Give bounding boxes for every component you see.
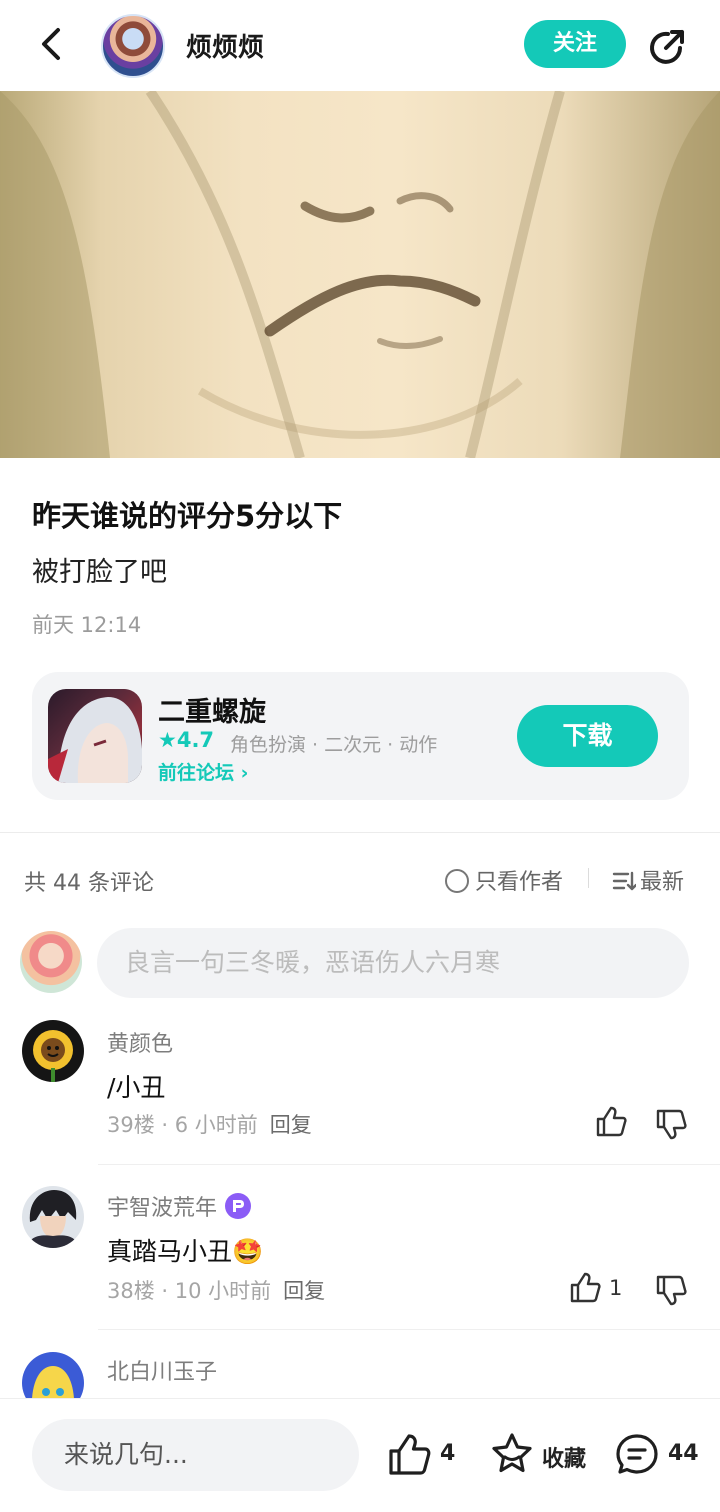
bottom-action-bar: 来说几句... 4 收藏 44 <box>0 1398 720 1512</box>
post-comment-count: 44 <box>668 1441 699 1466</box>
download-button[interactable]: 下载 <box>517 705 658 767</box>
thumbs-up-icon[interactable] <box>568 1271 602 1305</box>
commenter-avatar[interactable] <box>22 1186 84 1248</box>
commenter-name[interactable]: 宇智波荒年 <box>107 1190 252 1222</box>
comment-text: 真踏马小丑🤩 <box>107 1237 264 1266</box>
game-icon <box>48 689 142 783</box>
author-avatar[interactable] <box>101 14 165 78</box>
commenter-avatar[interactable] <box>22 1020 84 1082</box>
share-icon[interactable] <box>646 24 690 68</box>
follow-button[interactable]: 关注 <box>524 20 626 68</box>
anime-avatar-art <box>26 1190 80 1248</box>
comment-meta: 38楼 · 10 小时前 回复 <box>107 1275 325 1305</box>
bottom-comment-input[interactable]: 来说几句... <box>32 1419 359 1491</box>
author-name[interactable]: 烦烦烦 <box>186 27 264 64</box>
my-avatar <box>20 931 82 993</box>
post-image-art <box>0 91 720 458</box>
comment-floor-time: 39楼 · 6 小时前 <box>107 1113 258 1137</box>
comment-count: 共 44 条评论 <box>24 871 154 896</box>
post-title: 昨天谁说的评分5分以下 <box>32 499 343 533</box>
comment-divider <box>98 1164 720 1165</box>
game-name: 二重螺旋 <box>158 697 266 728</box>
back-arrow-icon[interactable] <box>30 22 74 66</box>
toolbar-separator <box>588 868 589 888</box>
reply-button[interactable]: 回复 <box>283 1279 325 1303</box>
post-timestamp: 前天 12:14 <box>32 613 142 637</box>
comment-item: 黄颜色 /小丑 39楼 · 6 小时前 回复 <box>0 1020 720 1164</box>
post-body: 被打脸了吧 <box>32 557 167 588</box>
vip-badge-icon <box>225 1193 252 1219</box>
post-like-count: 4 <box>440 1441 456 1466</box>
thumbs-up-icon[interactable] <box>594 1105 628 1139</box>
section-divider <box>0 832 720 833</box>
author-only-toggle[interactable]: 只看作者 <box>445 864 563 896</box>
comment-divider <box>98 1329 720 1330</box>
game-rating: ★4.7 <box>158 728 215 752</box>
game-card[interactable]: 二重螺旋 ★4.7 角色扮演 · 二次元 · 动作 前往论坛 › 下载 <box>32 672 689 800</box>
game-tags: 角色扮演 · 二次元 · 动作 <box>230 734 438 756</box>
comment-bubble-icon[interactable] <box>614 1431 660 1477</box>
commenter-name-label: 宇智波荒年 <box>107 1196 218 1221</box>
thumbs-down-icon[interactable] <box>654 1107 688 1141</box>
post-image[interactable] <box>0 91 720 458</box>
comment-meta: 39楼 · 6 小时前 回复 <box>107 1109 312 1139</box>
author-only-label: 只看作者 <box>475 870 564 895</box>
comment-text: /小丑 <box>107 1073 166 1102</box>
sunflower-avatar-art <box>33 1030 73 1082</box>
commenter-name[interactable]: 北白川玉子 <box>107 1354 217 1386</box>
comment-input[interactable]: 良言一句三冬暖，恶语伤人六月寒 <box>97 928 689 998</box>
favorite-label[interactable]: 收藏 <box>542 1441 586 1473</box>
commenter-name[interactable]: 黄颜色 <box>107 1026 173 1058</box>
sort-label: 最新 <box>640 870 685 895</box>
reply-button[interactable]: 回复 <box>270 1113 312 1137</box>
go-to-forum-link[interactable]: 前往论坛 › <box>158 758 248 785</box>
favorite-star-icon[interactable] <box>489 1431 535 1477</box>
comment-item: 北白川玉子 <box>0 1350 720 1398</box>
top-header: 烦烦烦 关注 <box>0 0 720 91</box>
game-icon-art <box>48 697 142 783</box>
comment-item: 宇智波荒年 真踏马小丑🤩 38楼 · 10 小时前 回复 1 <box>0 1186 720 1330</box>
sort-icon <box>612 871 638 891</box>
thumbs-up-icon[interactable] <box>386 1432 432 1478</box>
sort-button[interactable]: 最新 <box>612 864 684 896</box>
anime-avatar-art <box>32 1366 74 1398</box>
circle-icon <box>445 869 469 893</box>
thumbs-down-icon[interactable] <box>654 1273 688 1307</box>
comment-floor-time: 38楼 · 10 小时前 <box>107 1279 272 1303</box>
like-count: 1 <box>609 1276 623 1300</box>
commenter-avatar[interactable] <box>22 1352 84 1398</box>
